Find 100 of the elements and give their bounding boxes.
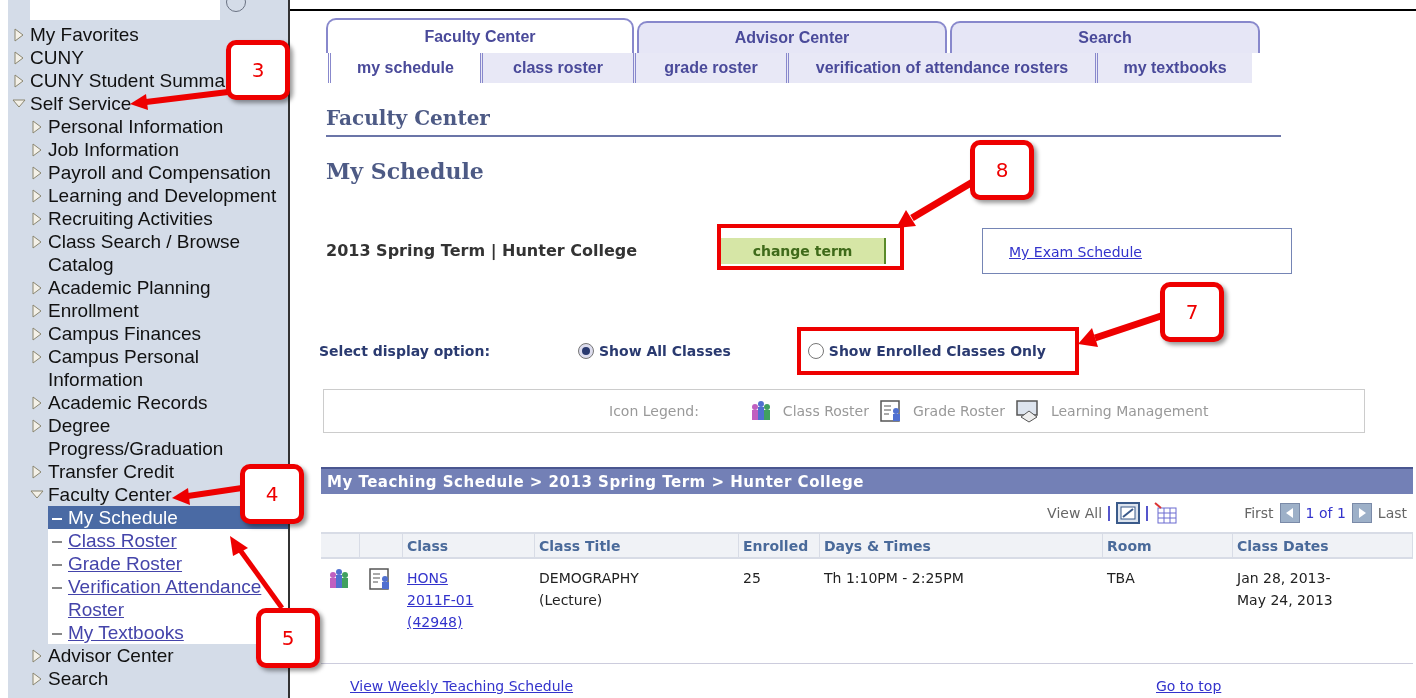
section-title: My Schedule bbox=[326, 157, 484, 186]
dash-marker bbox=[52, 587, 62, 589]
submenu-item[interactable]: My Schedule bbox=[68, 506, 178, 529]
menu-item[interactable]: Job Information bbox=[48, 138, 179, 161]
callout-badge: 8 bbox=[970, 140, 1034, 200]
legend-label: Learning Management bbox=[1050, 401, 1209, 421]
radio-button[interactable] bbox=[807, 343, 824, 359]
collapsed-arrow-icon[interactable] bbox=[30, 143, 44, 157]
column-header[interactable]: Class bbox=[403, 534, 535, 557]
dash-marker bbox=[52, 633, 62, 635]
page-indicator: 1 of 1 bbox=[1305, 503, 1346, 523]
dash-marker bbox=[52, 564, 62, 566]
collapsed-arrow-icon[interactable] bbox=[30, 189, 44, 203]
column-header[interactable]: Class Title bbox=[535, 534, 739, 557]
people-icon[interactable] bbox=[327, 567, 351, 591]
tab[interactable]: Faculty Center bbox=[326, 18, 634, 53]
collapsed-arrow-icon[interactable] bbox=[30, 419, 44, 433]
collapsed-arrow-icon[interactable] bbox=[30, 672, 44, 686]
legend-label: Grade Roster bbox=[912, 401, 1005, 421]
collapsed-arrow-icon[interactable] bbox=[30, 350, 44, 364]
go-to-top-link[interactable]: Go to top bbox=[1156, 676, 1222, 697]
menu-item[interactable]: Campus Finances bbox=[48, 322, 202, 345]
tab[interactable]: Advisor Center bbox=[637, 21, 947, 53]
menu-item[interactable]: Transfer Credit bbox=[48, 460, 174, 483]
collapsed-arrow-icon[interactable] bbox=[12, 74, 26, 88]
collapsed-arrow-icon[interactable] bbox=[30, 235, 44, 249]
previous-button[interactable] bbox=[1279, 503, 1300, 523]
legend-label: Icon Legend: bbox=[609, 401, 699, 421]
monitor-icon bbox=[1014, 399, 1041, 423]
search-field[interactable] bbox=[30, 0, 220, 20]
menu-item[interactable]: Payroll and Compensation bbox=[48, 161, 271, 184]
collapsed-arrow-icon[interactable] bbox=[30, 212, 44, 226]
class-link[interactable]: HONS 2011F-01 (42948) bbox=[407, 567, 535, 633]
table-cell: Jan 28, 2013- May 24, 2013 bbox=[1237, 570, 1333, 608]
zoom-icon[interactable] bbox=[1116, 502, 1141, 524]
exam-schedule-link[interactable]: My Exam Schedule bbox=[1009, 244, 1142, 260]
subtab[interactable]: verification of attendance rosters bbox=[786, 53, 1095, 83]
table-cell: 25 bbox=[743, 570, 761, 586]
tab[interactable]: Search bbox=[950, 21, 1260, 53]
collapsed-arrow-icon[interactable] bbox=[30, 120, 44, 134]
callout-badge: 4 bbox=[240, 464, 304, 524]
column-header[interactable]: Room bbox=[1103, 534, 1233, 557]
document-person-icon bbox=[878, 399, 903, 423]
annotation-arrow bbox=[172, 485, 243, 505]
document-person-icon[interactable] bbox=[368, 567, 392, 591]
menu-item[interactable]: Learning and Development bbox=[48, 184, 277, 207]
menu-item[interactable]: Academic Planning bbox=[48, 276, 211, 299]
menu-item[interactable]: Search bbox=[48, 667, 109, 690]
collapsed-arrow-icon[interactable] bbox=[12, 51, 26, 65]
legend-label: Class Roster bbox=[782, 401, 869, 421]
menu-item[interactable]: Enrollment bbox=[48, 299, 139, 322]
collapsed-arrow-icon[interactable] bbox=[30, 649, 44, 663]
grid-title-bar: My Teaching Schedule > 2013 Spring Term > Hunter College bbox=[321, 467, 1413, 494]
callout-badge: 5 bbox=[256, 608, 320, 668]
menu-item[interactable]: Advisor Center bbox=[48, 644, 174, 667]
collapsed-arrow-icon[interactable] bbox=[12, 28, 26, 42]
view-all-link[interactable]: View All bbox=[1047, 502, 1103, 524]
change-term-button[interactable]: change term bbox=[721, 238, 886, 264]
radio-button[interactable] bbox=[578, 343, 594, 359]
column-header[interactable]: Days & Times bbox=[820, 534, 1103, 557]
callout-badge: 3 bbox=[226, 40, 290, 100]
next-button[interactable] bbox=[1351, 503, 1372, 523]
radio-label[interactable]: Show Enrolled Classes Only bbox=[828, 340, 1046, 362]
first-label: First bbox=[1244, 503, 1274, 523]
radio-label[interactable]: Show All Classes bbox=[599, 340, 731, 362]
collapsed-arrow-icon[interactable] bbox=[30, 396, 44, 410]
last-label: Last bbox=[1377, 503, 1407, 523]
collapsed-arrow-icon[interactable] bbox=[30, 465, 44, 479]
caret-right-icon[interactable] bbox=[1357, 508, 1366, 518]
display-option-label: Select display option: bbox=[319, 341, 492, 361]
menu-item[interactable]: Degree Progress/Graduation bbox=[48, 414, 288, 460]
collapsed-arrow-icon[interactable] bbox=[30, 281, 44, 295]
column-header[interactable]: Enrolled bbox=[739, 534, 820, 557]
table-cell: TBA bbox=[1107, 570, 1135, 586]
column-header[interactable]: Class Dates bbox=[1233, 534, 1413, 557]
collapsed-arrow-icon[interactable] bbox=[30, 166, 44, 180]
caret-left-icon[interactable] bbox=[1285, 508, 1294, 518]
menu-item[interactable]: Faculty Center bbox=[48, 483, 172, 506]
menu-item[interactable]: Academic Records bbox=[48, 391, 208, 414]
callout-badge: 7 bbox=[1160, 282, 1224, 342]
menu-item[interactable]: Personal Information bbox=[48, 115, 224, 138]
menu-item[interactable]: Campus Personal Information bbox=[48, 345, 288, 391]
collapsed-arrow-icon[interactable] bbox=[30, 304, 44, 318]
table-cell: DEMOGRAPHY (Lecture) bbox=[539, 570, 639, 608]
menu-item[interactable]: Recruiting Activities bbox=[48, 207, 213, 230]
collapsed-arrow-icon[interactable] bbox=[30, 327, 44, 341]
subtab[interactable]: class roster bbox=[480, 53, 633, 83]
table-cell: Th 1:10PM - 2:25PM bbox=[824, 570, 964, 586]
term-label: 2013 Spring Term | Hunter College bbox=[326, 240, 639, 262]
menu-item[interactable]: CUNY Student Summa bbox=[30, 69, 225, 92]
subtab[interactable]: my textbooks bbox=[1095, 53, 1252, 83]
dash-marker bbox=[52, 541, 62, 543]
menu-item[interactable]: Self Service bbox=[30, 92, 132, 115]
weekly-schedule-link[interactable]: View Weekly Teaching Schedule bbox=[350, 676, 1156, 697]
menu-item[interactable]: Class Search / Browse Catalog bbox=[48, 230, 288, 276]
page-title: Faculty Center bbox=[326, 105, 491, 132]
subtab[interactable]: grade roster bbox=[633, 53, 786, 83]
menu-item[interactable]: CUNY bbox=[30, 46, 84, 69]
menu-item[interactable]: My Favorites bbox=[30, 23, 139, 46]
spreadsheet-icon[interactable] bbox=[1154, 502, 1179, 524]
